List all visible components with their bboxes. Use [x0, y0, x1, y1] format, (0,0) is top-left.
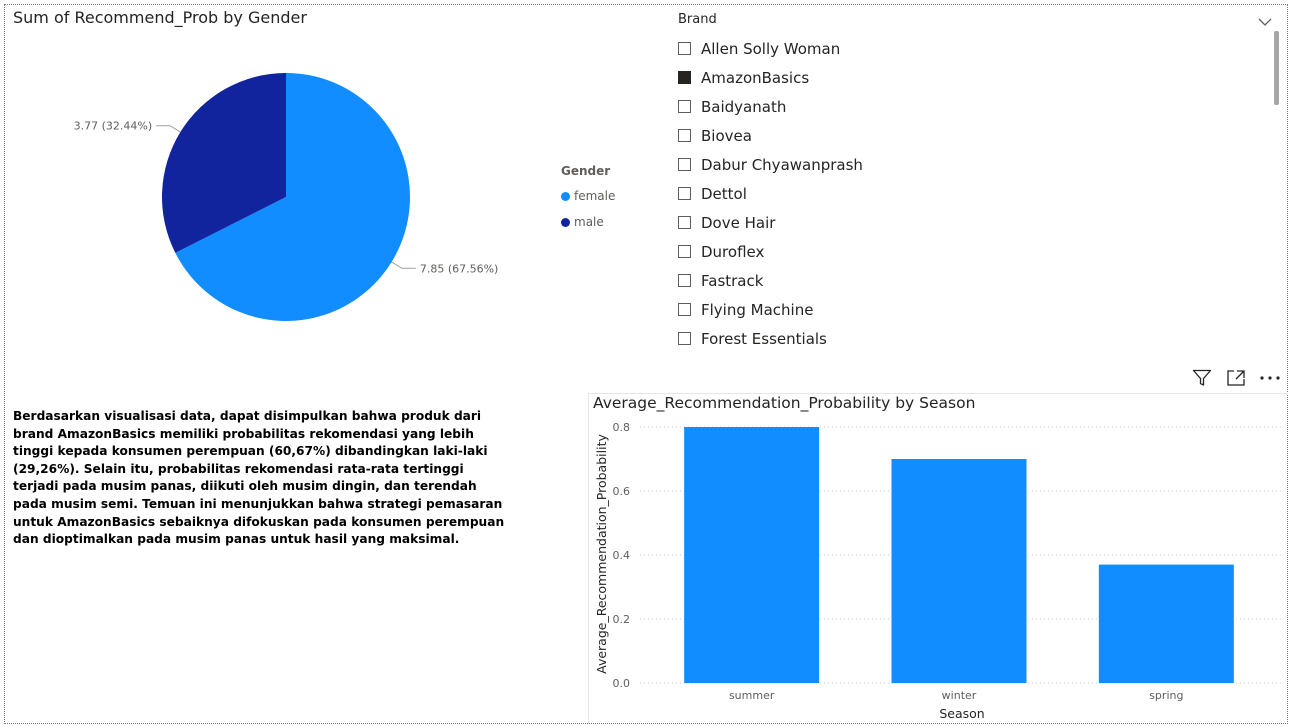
checkbox[interactable]	[678, 187, 691, 200]
slicer-item-label: Fastrack	[701, 271, 764, 290]
legend-item-male[interactable]: male	[561, 209, 615, 235]
legend-label: female	[574, 189, 616, 203]
bar-chart-visual[interactable]	[588, 393, 1288, 724]
slicer-item[interactable]: Flying Machine	[678, 295, 1258, 324]
checkbox[interactable]	[678, 100, 691, 113]
checkbox[interactable]	[678, 274, 691, 287]
slicer-item[interactable]: Dettol	[678, 179, 1258, 208]
pie-legend: Gender female male	[561, 164, 615, 235]
slicer-scrollbar[interactable]	[1274, 31, 1279, 105]
slicer-item[interactable]: Baidyanath	[678, 92, 1258, 121]
slicer-item-label: Dettol	[701, 184, 747, 203]
slicer-item-label: AmazonBasics	[701, 68, 810, 87]
pie-leader-line	[156, 125, 181, 133]
checkbox[interactable]	[678, 245, 691, 258]
checkbox[interactable]	[678, 332, 691, 345]
legend-label: male	[574, 215, 604, 229]
slicer-item[interactable]: Biovea	[678, 121, 1258, 150]
slicer-item[interactable]: Dove Hair	[678, 208, 1258, 237]
pie-leader-line	[391, 261, 416, 269]
legend-item-female[interactable]: female	[561, 183, 615, 209]
slicer-item[interactable]: Duroflex	[678, 237, 1258, 266]
more-options-icon[interactable]	[1258, 368, 1282, 388]
slicer-item[interactable]: Forest Essentials	[678, 324, 1258, 353]
pie-data-label: 3.77 (32.44%)	[74, 120, 153, 133]
legend-title: Gender	[561, 164, 611, 178]
slicer-item-label: Allen Solly Woman	[701, 39, 841, 58]
slicer-item-label: Dabur Chyawanprash	[701, 155, 863, 174]
visual-header	[1190, 368, 1282, 388]
checkbox[interactable]	[678, 216, 691, 229]
slicer-item-label: Duroflex	[701, 242, 765, 261]
slicer-list: Allen Solly Woman AmazonBasics Baidyanath B…	[678, 34, 1258, 353]
chevron-down-icon[interactable]	[1258, 12, 1272, 31]
slicer-header: Brand	[678, 12, 717, 27]
pie-chart[interactable]: 7.85 (67.56%) 3.77 (32.44%)	[0, 0, 560, 360]
checkbox[interactable]	[678, 158, 691, 171]
focus-mode-icon[interactable]	[1224, 368, 1248, 388]
slicer-item-label: Biovea	[701, 126, 752, 145]
slicer-item-label: Flying Machine	[701, 300, 814, 319]
slicer-item-label: Baidyanath	[701, 97, 787, 116]
slicer-item[interactable]: Dabur Chyawanprash	[678, 150, 1258, 179]
brand-slicer[interactable]: Brand Allen Solly Woman AmazonBasics Baidy…	[672, 6, 1284, 351]
slicer-item-label: Forest Essentials	[701, 329, 827, 348]
checkbox[interactable]	[678, 42, 691, 55]
checkbox[interactable]	[678, 129, 691, 142]
slicer-item[interactable]: Allen Solly Woman	[678, 34, 1258, 63]
bar-chart-title: Average_Recommendation_Probability by Se…	[593, 394, 976, 412]
slicer-item-label: Dove Hair	[701, 213, 776, 232]
legend-dot-icon	[561, 191, 570, 201]
pie-data-label: 7.85 (67.56%)	[420, 262, 499, 275]
slicer-item[interactable]: AmazonBasics	[678, 63, 1258, 92]
checkbox[interactable]	[678, 303, 691, 316]
checkbox[interactable]	[678, 71, 691, 84]
slicer-item[interactable]: Fastrack	[678, 266, 1258, 295]
legend-dot-icon	[561, 217, 570, 227]
filter-icon[interactable]	[1190, 368, 1214, 388]
narrative-text: Berdasarkan visualisasi data, dapat disi…	[13, 409, 505, 547]
